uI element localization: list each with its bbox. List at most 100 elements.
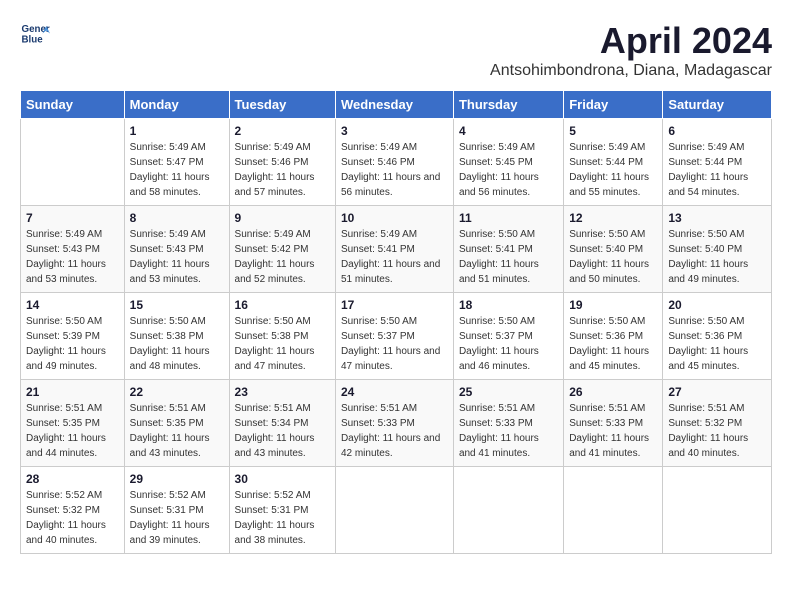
week-row-3: 21 Sunrise: 5:51 AMSunset: 5:35 PMDayligh… bbox=[21, 380, 772, 467]
day-number: 26 bbox=[569, 385, 657, 399]
day-info: Sunrise: 5:50 AMSunset: 5:36 PMDaylight:… bbox=[668, 314, 766, 374]
calendar-cell: 18 Sunrise: 5:50 AMSunset: 5:37 PMDayligh… bbox=[453, 293, 563, 380]
logo-icon: General Blue bbox=[20, 20, 50, 50]
day-info: Sunrise: 5:49 AMSunset: 5:45 PMDaylight:… bbox=[459, 140, 558, 200]
day-info: Sunrise: 5:50 AMSunset: 5:40 PMDaylight:… bbox=[569, 227, 657, 287]
day-info: Sunrise: 5:51 AMSunset: 5:35 PMDaylight:… bbox=[26, 401, 119, 461]
header-monday: Monday bbox=[124, 91, 229, 119]
calendar-cell: 29 Sunrise: 5:52 AMSunset: 5:31 PMDayligh… bbox=[124, 467, 229, 554]
day-number: 27 bbox=[668, 385, 766, 399]
week-row-4: 28 Sunrise: 5:52 AMSunset: 5:32 PMDayligh… bbox=[21, 467, 772, 554]
day-number: 18 bbox=[459, 298, 558, 312]
day-info: Sunrise: 5:51 AMSunset: 5:32 PMDaylight:… bbox=[668, 401, 766, 461]
calendar-cell: 30Sunrise: 5:52 AMSunset: 5:31 PMDayligh… bbox=[229, 467, 335, 554]
day-info: Sunrise: 5:49 AMSunset: 5:42 PMDaylight:… bbox=[235, 227, 330, 287]
day-number: 15 bbox=[130, 298, 224, 312]
calendar-cell bbox=[21, 119, 125, 206]
main-title: April 2024 bbox=[490, 20, 772, 62]
calendar-header-row: SundayMondayTuesdayWednesdayThursdayFrid… bbox=[21, 91, 772, 119]
day-info: Sunrise: 5:50 AMSunset: 5:36 PMDaylight:… bbox=[569, 314, 657, 374]
calendar-cell: 1 Sunrise: 5:49 AMSunset: 5:47 PMDaylight… bbox=[124, 119, 229, 206]
day-number: 10 bbox=[341, 211, 448, 225]
day-info: Sunrise: 5:51 AMSunset: 5:33 PMDaylight:… bbox=[569, 401, 657, 461]
day-info: Sunrise: 5:49 AMSunset: 5:47 PMDaylight:… bbox=[130, 140, 224, 200]
week-row-0: 1 Sunrise: 5:49 AMSunset: 5:47 PMDaylight… bbox=[21, 119, 772, 206]
header-saturday: Saturday bbox=[663, 91, 772, 119]
calendar-cell: 13 Sunrise: 5:50 AMSunset: 5:40 PMDayligh… bbox=[663, 206, 772, 293]
day-info: Sunrise: 5:49 AMSunset: 5:46 PMDaylight:… bbox=[235, 140, 330, 200]
calendar-cell: 5 Sunrise: 5:49 AMSunset: 5:44 PMDaylight… bbox=[564, 119, 663, 206]
day-info: Sunrise: 5:52 AMSunset: 5:31 PMDaylight:… bbox=[130, 488, 224, 548]
calendar-cell: 11Sunrise: 5:50 AMSunset: 5:41 PMDayligh… bbox=[453, 206, 563, 293]
calendar-cell: 8 Sunrise: 5:49 AMSunset: 5:43 PMDaylight… bbox=[124, 206, 229, 293]
header-thursday: Thursday bbox=[453, 91, 563, 119]
day-info: Sunrise: 5:52 AMSunset: 5:31 PMDaylight:… bbox=[235, 488, 330, 548]
day-info: Sunrise: 5:50 AMSunset: 5:40 PMDaylight:… bbox=[668, 227, 766, 287]
day-number: 14 bbox=[26, 298, 119, 312]
calendar-cell: 22Sunrise: 5:51 AMSunset: 5:35 PMDayligh… bbox=[124, 380, 229, 467]
calendar-cell: 15 Sunrise: 5:50 AMSunset: 5:38 PMDayligh… bbox=[124, 293, 229, 380]
day-number: 7 bbox=[26, 211, 119, 225]
calendar-cell bbox=[335, 467, 453, 554]
day-number: 9 bbox=[235, 211, 330, 225]
day-number: 16 bbox=[235, 298, 330, 312]
day-info: Sunrise: 5:49 AMSunset: 5:41 PMDaylight:… bbox=[341, 227, 448, 287]
day-number: 28 bbox=[26, 472, 119, 486]
calendar-cell: 14 Sunrise: 5:50 AMSunset: 5:39 PMDayligh… bbox=[21, 293, 125, 380]
day-number: 11 bbox=[459, 211, 558, 225]
day-number: 23 bbox=[235, 385, 330, 399]
calendar-cell: 16Sunrise: 5:50 AMSunset: 5:38 PMDayligh… bbox=[229, 293, 335, 380]
header-wednesday: Wednesday bbox=[335, 91, 453, 119]
week-row-1: 7 Sunrise: 5:49 AMSunset: 5:43 PMDaylight… bbox=[21, 206, 772, 293]
subtitle: Antsohimbondrona, Diana, Madagascar bbox=[490, 62, 772, 80]
calendar-cell: 25Sunrise: 5:51 AMSunset: 5:33 PMDayligh… bbox=[453, 380, 563, 467]
calendar-cell: 3 Sunrise: 5:49 AMSunset: 5:46 PMDaylight… bbox=[335, 119, 453, 206]
svg-text:Blue: Blue bbox=[22, 35, 44, 46]
calendar-cell: 17 Sunrise: 5:50 AMSunset: 5:37 PMDayligh… bbox=[335, 293, 453, 380]
calendar-cell: 26 Sunrise: 5:51 AMSunset: 5:33 PMDayligh… bbox=[564, 380, 663, 467]
calendar-cell bbox=[663, 467, 772, 554]
calendar-cell: 12 Sunrise: 5:50 AMSunset: 5:40 PMDayligh… bbox=[564, 206, 663, 293]
day-number: 13 bbox=[668, 211, 766, 225]
day-info: Sunrise: 5:49 AMSunset: 5:43 PMDaylight:… bbox=[26, 227, 119, 287]
header-friday: Friday bbox=[564, 91, 663, 119]
day-info: Sunrise: 5:49 AMSunset: 5:44 PMDaylight:… bbox=[569, 140, 657, 200]
day-info: Sunrise: 5:49 AMSunset: 5:44 PMDaylight:… bbox=[668, 140, 766, 200]
day-number: 17 bbox=[341, 298, 448, 312]
calendar-cell: 9 Sunrise: 5:49 AMSunset: 5:42 PMDaylight… bbox=[229, 206, 335, 293]
calendar-cell bbox=[453, 467, 563, 554]
day-number: 12 bbox=[569, 211, 657, 225]
day-info: Sunrise: 5:50 AMSunset: 5:37 PMDaylight:… bbox=[459, 314, 558, 374]
calendar-cell: 19Sunrise: 5:50 AMSunset: 5:36 PMDayligh… bbox=[564, 293, 663, 380]
day-number: 4 bbox=[459, 124, 558, 138]
day-info: Sunrise: 5:50 AMSunset: 5:38 PMDaylight:… bbox=[130, 314, 224, 374]
calendar-cell: 28 Sunrise: 5:52 AMSunset: 5:32 PMDayligh… bbox=[21, 467, 125, 554]
day-info: Sunrise: 5:50 AMSunset: 5:39 PMDaylight:… bbox=[26, 314, 119, 374]
day-number: 1 bbox=[130, 124, 224, 138]
calendar-cell: 2 Sunrise: 5:49 AMSunset: 5:46 PMDaylight… bbox=[229, 119, 335, 206]
calendar-cell: 6Sunrise: 5:49 AMSunset: 5:44 PMDaylight… bbox=[663, 119, 772, 206]
calendar-cell: 20 Sunrise: 5:50 AMSunset: 5:36 PMDayligh… bbox=[663, 293, 772, 380]
day-number: 3 bbox=[341, 124, 448, 138]
day-number: 25 bbox=[459, 385, 558, 399]
day-number: 5 bbox=[569, 124, 657, 138]
day-number: 29 bbox=[130, 472, 224, 486]
day-number: 20 bbox=[668, 298, 766, 312]
calendar-cell: 7 Sunrise: 5:49 AMSunset: 5:43 PMDaylight… bbox=[21, 206, 125, 293]
day-number: 8 bbox=[130, 211, 224, 225]
title-block: April 2024 Antsohimbondrona, Diana, Mada… bbox=[490, 20, 772, 80]
calendar-cell bbox=[564, 467, 663, 554]
header-sunday: Sunday bbox=[21, 91, 125, 119]
day-info: Sunrise: 5:50 AMSunset: 5:37 PMDaylight:… bbox=[341, 314, 448, 374]
logo: General Blue bbox=[20, 20, 50, 50]
day-info: Sunrise: 5:49 AMSunset: 5:46 PMDaylight:… bbox=[341, 140, 448, 200]
calendar-cell: 24Sunrise: 5:51 AMSunset: 5:33 PMDayligh… bbox=[335, 380, 453, 467]
day-info: Sunrise: 5:49 AMSunset: 5:43 PMDaylight:… bbox=[130, 227, 224, 287]
day-number: 2 bbox=[235, 124, 330, 138]
day-number: 21 bbox=[26, 385, 119, 399]
header-tuesday: Tuesday bbox=[229, 91, 335, 119]
day-info: Sunrise: 5:51 AMSunset: 5:34 PMDaylight:… bbox=[235, 401, 330, 461]
day-info: Sunrise: 5:52 AMSunset: 5:32 PMDaylight:… bbox=[26, 488, 119, 548]
calendar-cell: 4 Sunrise: 5:49 AMSunset: 5:45 PMDaylight… bbox=[453, 119, 563, 206]
calendar-cell: 10 Sunrise: 5:49 AMSunset: 5:41 PMDayligh… bbox=[335, 206, 453, 293]
